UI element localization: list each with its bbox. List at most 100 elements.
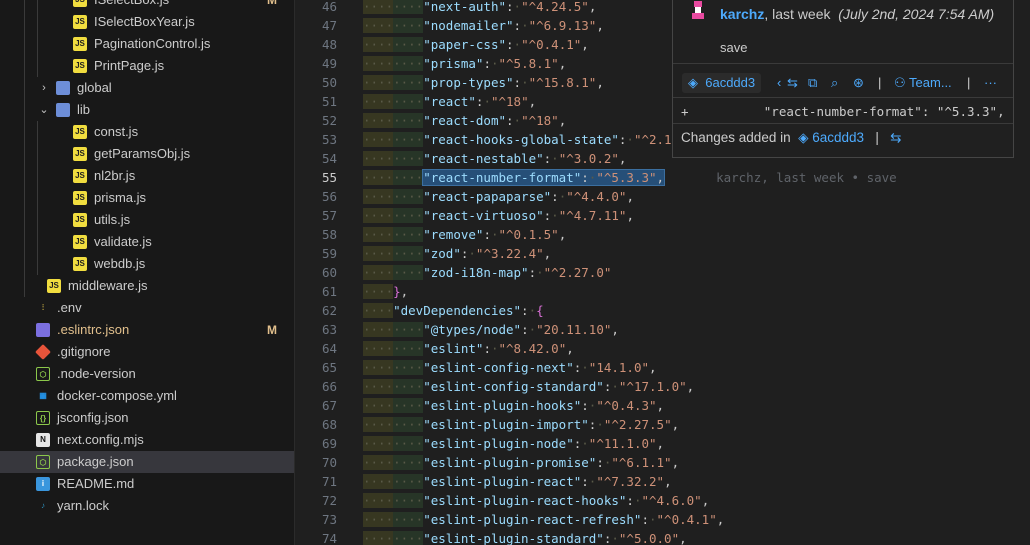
indent-whitespace: ···· <box>363 436 394 451</box>
previous-revision-icon[interactable]: ‹ <box>777 73 781 93</box>
explorer-file[interactable]: .gitignore <box>0 341 294 363</box>
line-number: 48 <box>321 37 337 52</box>
code-line[interactable]: 62 ····"devDependencies":·{ <box>295 301 1030 320</box>
file-name: nl2br.js <box>94 168 136 183</box>
code-line[interactable]: 63 ········"@types/node":·"20.11.10", <box>295 320 1030 339</box>
indent-whitespace: ···· <box>363 379 394 394</box>
explorer-file[interactable]: ♪ yarn.lock <box>0 495 294 517</box>
file-name: next.config.mjs <box>57 432 144 447</box>
explorer-file[interactable]: JS webdb.js <box>0 253 294 275</box>
line-number: 66 <box>321 379 337 394</box>
code-line[interactable]: 71 ········"eslint-plugin-react":·"^7.32.… <box>295 472 1030 491</box>
code-line[interactable]: 60 ········"zod-i18n-map":·"^2.27.0" <box>295 263 1030 282</box>
explorer-folder[interactable]: ⌄ lib <box>0 99 294 121</box>
line-number: 56 <box>321 189 337 204</box>
more-options-button[interactable]: ··· <box>984 73 997 93</box>
commit-sha-button[interactable]: ◈ 6acddd3 <box>682 73 762 93</box>
explorer-file[interactable]: JS prisma.js <box>0 187 294 209</box>
code-content: ········"react-dom":·"^18", <box>363 111 566 130</box>
punctuation: , <box>671 455 680 470</box>
indent-guide <box>24 0 25 11</box>
team-button[interactable]: ⚇ Team... <box>894 73 952 93</box>
file-name: package.json <box>57 454 134 469</box>
explorer-file[interactable]: ▦ docker-compose.yml <box>0 385 294 407</box>
explorer-file[interactable]: ⬡ package.json <box>0 451 294 473</box>
explorer-file[interactable]: JS ISelectBoxYear.js <box>0 11 294 33</box>
punctuation: : <box>483 227 491 242</box>
code-line[interactable]: 72 ········"eslint-plugin-react-hooks":·"… <box>295 491 1030 510</box>
indent-whitespace: ···· <box>393 341 424 356</box>
explorer-file[interactable]: {} jsconfig.json <box>0 407 294 429</box>
explorer-file[interactable]: ⬡ .node-version <box>0 363 294 385</box>
commit-author-link[interactable]: karchz <box>720 6 764 22</box>
indent-whitespace: ···· <box>363 75 394 90</box>
code-content: ········"eslint":·"^8.42.0", <box>363 339 574 358</box>
code-line[interactable]: 64 ········"eslint":·"^8.42.0", <box>295 339 1030 358</box>
code-content: ········"remove":·"^0.1.5", <box>363 225 566 244</box>
node-file-icon: ⬡ <box>36 367 50 381</box>
explorer-file[interactable]: JS PaginationControl.js <box>0 33 294 55</box>
json-value: "^4.24.5" <box>521 0 589 14</box>
json-key: "devDependencies" <box>393 303 522 318</box>
explorer-file[interactable]: .eslintrc.json M <box>0 319 294 341</box>
code-line[interactable]: 68 ········"eslint-plugin-import":·"^2.27… <box>295 415 1030 434</box>
commit-icon: ◈ <box>688 75 698 90</box>
json-entry: "react-number-format":·"^5.3.3", <box>422 169 666 186</box>
line-number: 64 <box>321 341 337 356</box>
file-name: ISelectBoxYear.js <box>94 14 195 29</box>
commit-relative-time: , last week <box>764 6 831 22</box>
indent-whitespace: ···· <box>393 417 424 432</box>
explorer-file[interactable]: JS middleware.js <box>0 275 294 297</box>
explorer-file[interactable]: i README.md <box>0 473 294 495</box>
code-line[interactable]: 66 ········"eslint-config-standard":·"^17… <box>295 377 1030 396</box>
chevron-down-icon[interactable]: ⌄ <box>36 99 52 121</box>
code-content: ········"paper-css":·"^0.4.1", <box>363 35 589 54</box>
search-icon[interactable]: ⌕ <box>831 73 838 93</box>
code-line[interactable]: 61 ····}, <box>295 282 1030 301</box>
punctuation: : <box>513 18 522 33</box>
folder-icon <box>56 81 70 95</box>
punctuation: , <box>596 18 604 33</box>
punctuation: , <box>558 56 567 71</box>
open-changes-icon[interactable]: ⧉ <box>808 73 817 93</box>
explorer-file[interactable]: JS ISelectBox.js M <box>0 0 294 11</box>
chevron-right-icon[interactable]: › <box>36 77 52 99</box>
code-line[interactable]: 59 ········"zod":·"^3.22.4", <box>295 244 1030 263</box>
code-line[interactable]: 69 ········"eslint-plugin-node":·"^11.1.0… <box>295 434 1030 453</box>
line-number: 60 <box>321 265 337 280</box>
code-line[interactable]: 58 ········"remove":·"^0.1.5", <box>295 225 1030 244</box>
line-number: 55 <box>321 170 337 185</box>
explorer-file[interactable]: JS validate.js <box>0 231 294 253</box>
code-line[interactable]: 74 ········"eslint-plugin-standard":·"^5.… <box>295 529 1030 545</box>
explorer-file[interactable]: JS getParamsObj.js <box>0 143 294 165</box>
graph-icon[interactable]: ⊛ <box>853 73 864 93</box>
explorer-file[interactable]: ⫶ .env <box>0 297 294 319</box>
code-line[interactable]: 57 ········"react-virtuoso":·"^4.7.11", <box>295 206 1030 225</box>
indent-whitespace: ···· <box>393 455 424 470</box>
code-line[interactable]: 70 ········"eslint-plugin-promise":·"^6.1… <box>295 453 1030 472</box>
code-line[interactable]: 65 ········"eslint-config-next":·"14.1.0"… <box>295 358 1030 377</box>
explorer-file[interactable]: Nnext.config.mjs <box>0 429 294 451</box>
json-value: "^5.0.0" <box>618 531 680 545</box>
code-line[interactable]: 56 ········"react-papaparse":·"^4.4.0", <box>295 187 1030 206</box>
compare-icon[interactable]: ⇆ <box>890 130 901 145</box>
explorer-file[interactable]: JS PrintPage.js <box>0 55 294 77</box>
code-line[interactable]: 55 ········"react-number-format":·"^5.3.3… <box>295 168 1030 187</box>
explorer-file[interactable]: JS nl2br.js <box>0 165 294 187</box>
whitespace: · <box>468 246 476 261</box>
punctuation: : <box>581 474 589 489</box>
line-number: 58 <box>321 227 337 242</box>
json-entry: "eslint-plugin-promise":·"^6.1.1", <box>423 455 679 470</box>
file-name: prisma.js <box>94 190 147 205</box>
code-line[interactable]: 67 ········"eslint-plugin-hooks":·"^0.4.3… <box>295 396 1030 415</box>
changes-sha-link[interactable]: 6acddd3 <box>812 130 864 145</box>
compare-icon[interactable]: ⇆ <box>787 73 798 93</box>
explorer-file[interactable]: JS const.js <box>0 121 294 143</box>
whitespace: · <box>551 151 559 166</box>
file-name: middleware.js <box>68 278 148 293</box>
explorer-file[interactable]: JS utils.js <box>0 209 294 231</box>
explorer-folder[interactable]: › global <box>0 77 294 99</box>
code-line[interactable]: 73 ········"eslint-plugin-react-refresh":… <box>295 510 1030 529</box>
indent-whitespace: ···· <box>363 265 394 280</box>
json-entry: "nodemailer":·"^6.9.13", <box>423 18 604 33</box>
